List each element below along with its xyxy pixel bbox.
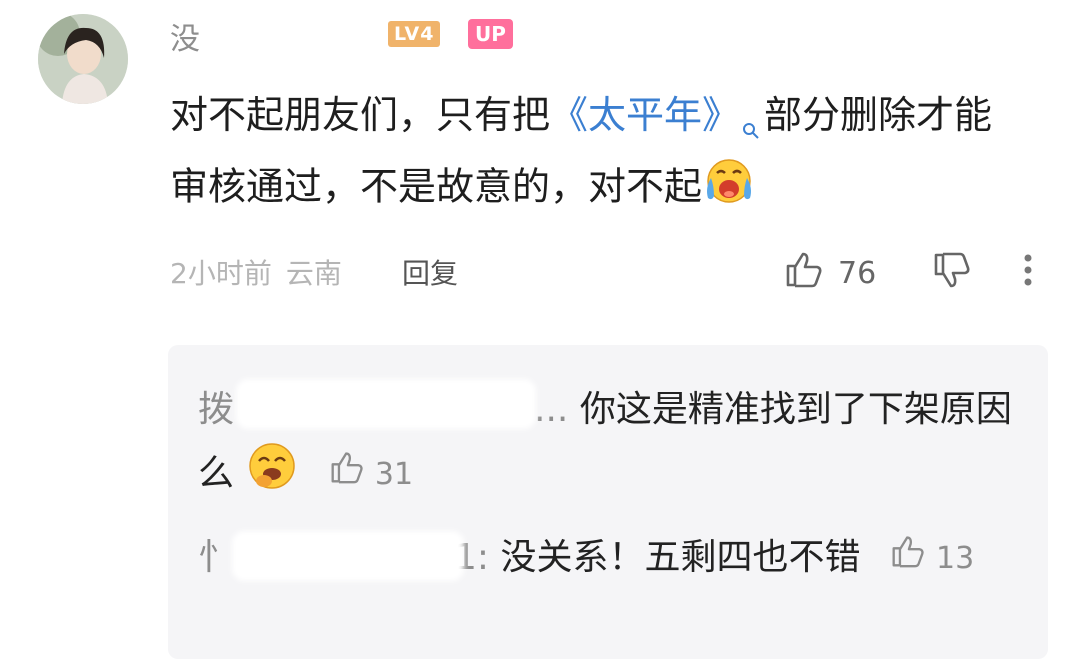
- username-redaction: [206, 14, 382, 52]
- reply-like-count: 13: [935, 541, 975, 576]
- avatar[interactable]: [38, 14, 128, 104]
- comment-meta: 2小时前 云南: [170, 252, 342, 292]
- comment-time: 2小时前: [170, 257, 272, 290]
- dislike-button[interactable]: [932, 252, 972, 294]
- more-icon[interactable]: [1022, 250, 1034, 294]
- reply-like[interactable]: 13: [890, 530, 974, 588]
- comment-text: 对不起朋友们，只有把《太平年》 部分删除才能审核通过，不是故意的，对不起: [170, 86, 1030, 222]
- reply-like[interactable]: 31: [329, 446, 413, 504]
- replies-panel[interactable]: 拨... 你这是精准找到了下架原因么 31 忄 1: 没关系！五剩四也不错 13: [168, 345, 1048, 659]
- reply-author[interactable]: 忄: [198, 537, 234, 578]
- reply-author-redaction: [236, 379, 536, 429]
- like-count: 76: [838, 255, 877, 291]
- video-title-link[interactable]: 《太平年》: [550, 93, 740, 137]
- level-badge: LV4: [388, 21, 441, 47]
- thumbs-up-icon: [329, 446, 365, 504]
- reply-like-count: 31: [374, 457, 414, 492]
- thumbs-down-icon: [932, 252, 972, 294]
- laughing-face-emoji: [245, 439, 299, 511]
- crying-face-emoji: [702, 156, 756, 222]
- reply-author-tail: ...: [534, 389, 569, 430]
- comment-text-before: 对不起朋友们，只有把: [170, 93, 551, 137]
- search-icon[interactable]: [742, 98, 760, 156]
- thumbs-up-icon: [784, 250, 824, 296]
- up-badge: UP: [468, 19, 513, 49]
- comment-location: 云南: [285, 257, 342, 290]
- reply-text: 没关系！五剩四也不错: [500, 537, 861, 578]
- reply-author-redaction: [232, 531, 464, 581]
- reply-author[interactable]: 拨: [198, 389, 234, 430]
- username[interactable]: 没: [170, 14, 200, 58]
- like-button[interactable]: 76: [784, 250, 876, 296]
- reply-button[interactable]: 回复: [402, 252, 458, 292]
- thumbs-up-icon: [890, 530, 926, 588]
